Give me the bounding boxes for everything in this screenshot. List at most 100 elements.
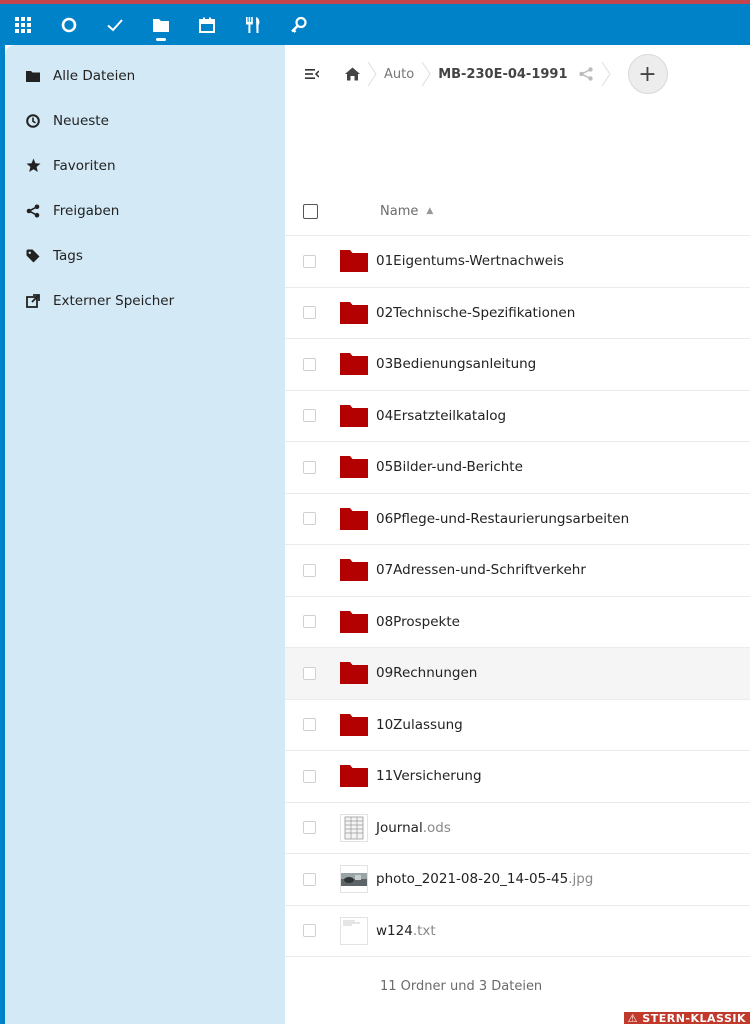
- row-checkbox[interactable]: [303, 563, 316, 577]
- folder-icon: [339, 555, 369, 585]
- file-name[interactable]: 03Bedienungsanleitung: [376, 356, 536, 372]
- file-summary: 11 Ordner und 3 Dateien: [380, 978, 543, 994]
- sidebar-item-label: Externer Speicher: [53, 292, 175, 309]
- table-row[interactable]: photo_2021-08-20_14-05-45.jpg: [285, 854, 750, 906]
- calendar-icon[interactable]: [184, 4, 230, 45]
- file-name[interactable]: w124.txt: [376, 923, 436, 939]
- row-checkbox[interactable]: [303, 821, 316, 835]
- row-checkbox[interactable]: [303, 718, 316, 732]
- row-checkbox[interactable]: [303, 357, 316, 371]
- file-basename: photo_2021-08-20_14-05-45: [376, 871, 569, 888]
- new-button[interactable]: +: [627, 54, 668, 94]
- row-checkbox[interactable]: [303, 769, 316, 783]
- file-name[interactable]: 01Eigentums-Wertnachweis: [376, 253, 564, 269]
- row-checkbox[interactable]: [303, 254, 316, 268]
- file-name[interactable]: 09Rechnungen: [376, 665, 477, 681]
- file-basename: 01Eigentums-Wertnachweis: [376, 253, 564, 270]
- sidebar-item-favorites[interactable]: Favoriten: [5, 143, 285, 188]
- file-extension: .jpg: [568, 871, 594, 888]
- file-name[interactable]: 04Ersatzteilkatalog: [376, 408, 506, 424]
- file-extension: .txt: [412, 922, 436, 939]
- app-menu-icon[interactable]: [0, 4, 46, 45]
- clock-icon: [25, 113, 41, 129]
- folder-icon: [339, 246, 369, 276]
- select-all-checkbox[interactable]: [303, 203, 318, 219]
- breadcrumb-separator-icon: [601, 61, 611, 87]
- file-name[interactable]: 11Versicherung: [376, 768, 482, 784]
- file-basename: 11Versicherung: [376, 768, 482, 785]
- sidebar-item-tags[interactable]: Tags: [5, 233, 285, 278]
- tag-icon: [25, 248, 41, 264]
- file-name[interactable]: 06Pflege-und-Restaurierungsarbeiten: [376, 511, 629, 527]
- photo-icon: [339, 864, 369, 894]
- table-row[interactable]: 05Bilder-und-Berichte: [285, 442, 750, 494]
- file-name[interactable]: 05Bilder-und-Berichte: [376, 459, 523, 475]
- file-basename: 04Ersatzteilkatalog: [376, 407, 507, 424]
- row-checkbox[interactable]: [303, 512, 316, 526]
- sidebar-item-shares[interactable]: Freigaben: [5, 188, 285, 233]
- name-column-header[interactable]: Name ▲: [380, 204, 433, 219]
- table-row[interactable]: 11Versicherung: [285, 751, 750, 803]
- file-name[interactable]: Journal.ods: [376, 820, 451, 836]
- row-checkbox[interactable]: [303, 409, 316, 423]
- sidebar: Alle Dateien Neueste Favoriten Freigaben…: [5, 45, 285, 1024]
- row-checkbox[interactable]: [303, 924, 316, 938]
- row-checkbox[interactable]: [303, 306, 316, 320]
- breadcrumb: Auto MB-230E-04-1991 +: [285, 45, 750, 103]
- table-row[interactable]: 07Adressen-und-Schriftverkehr: [285, 545, 750, 597]
- sidebar-item-label: Alle Dateien: [53, 67, 136, 84]
- file-name[interactable]: 07Adressen-und-Schriftverkehr: [376, 562, 586, 578]
- file-basename: 07Adressen-und-Schriftverkehr: [376, 562, 586, 579]
- sidebar-item-label: Neueste: [53, 112, 109, 129]
- sidebar-toggle-icon[interactable]: [302, 64, 322, 84]
- table-row[interactable]: w124.txt: [285, 906, 750, 957]
- table-row[interactable]: 09Rechnungen: [285, 648, 750, 700]
- table-row[interactable]: 08Prospekte: [285, 597, 750, 648]
- cookbook-icon[interactable]: [230, 4, 276, 45]
- file-name[interactable]: 08Prospekte: [376, 614, 460, 630]
- dashboard-icon[interactable]: [46, 4, 92, 45]
- file-basename: 10Zulassung: [376, 716, 463, 733]
- row-checkbox[interactable]: [303, 615, 316, 629]
- star-icon: [25, 158, 41, 174]
- sort-ascending-icon: ▲: [426, 206, 434, 216]
- file-list-area: Auto MB-230E-04-1991 + Name ▲ 01Eigentum…: [285, 45, 750, 1024]
- file-name[interactable]: 02Technische-Spezifikationen: [376, 305, 575, 321]
- files-icon[interactable]: [138, 4, 184, 45]
- sidebar-item-label: Tags: [53, 247, 83, 264]
- folder-icon: [339, 761, 369, 791]
- table-row[interactable]: 06Pflege-und-Restaurierungsarbeiten: [285, 494, 750, 545]
- tasks-icon[interactable]: [92, 4, 138, 45]
- app-header: [0, 4, 750, 45]
- share-icon[interactable]: [578, 66, 594, 82]
- file-name[interactable]: photo_2021-08-20_14-05-45.jpg: [376, 871, 593, 887]
- spreadsheet-icon: [339, 813, 369, 843]
- home-icon[interactable]: [344, 66, 360, 82]
- file-basename: Journal: [376, 819, 423, 836]
- row-checkbox[interactable]: [303, 666, 316, 680]
- table-row[interactable]: 10Zulassung: [285, 700, 750, 751]
- name-column-label: Name: [380, 203, 419, 219]
- table-row[interactable]: 01Eigentums-Wertnachweis: [285, 236, 750, 288]
- file-name[interactable]: 10Zulassung: [376, 717, 463, 733]
- table-row[interactable]: 04Ersatzteilkatalog: [285, 391, 750, 442]
- row-checkbox[interactable]: [303, 460, 316, 474]
- table-row[interactable]: 03Bedienungsanleitung: [285, 339, 750, 391]
- folder-icon: [339, 298, 369, 328]
- file-extension: .ods: [422, 819, 451, 836]
- breadcrumb-parent[interactable]: Auto: [384, 67, 414, 82]
- file-basename: 05Bilder-und-Berichte: [376, 459, 523, 476]
- folder-icon: [339, 607, 369, 637]
- row-checkbox[interactable]: [303, 872, 316, 886]
- table-row[interactable]: Journal.ods: [285, 803, 750, 854]
- passwords-icon[interactable]: [276, 4, 322, 45]
- folder-icon: [339, 504, 369, 534]
- folder-icon: [339, 349, 369, 379]
- sidebar-item-recent[interactable]: Neueste: [5, 98, 285, 143]
- external-storage-icon: [25, 293, 41, 309]
- table-row[interactable]: 02Technische-Spezifikationen: [285, 288, 750, 339]
- sidebar-item-all-files[interactable]: Alle Dateien: [5, 53, 285, 98]
- file-basename: 02Technische-Spezifikationen: [376, 304, 576, 321]
- sidebar-item-external-storage[interactable]: Externer Speicher: [5, 278, 285, 323]
- breadcrumb-current[interactable]: MB-230E-04-1991: [438, 67, 567, 82]
